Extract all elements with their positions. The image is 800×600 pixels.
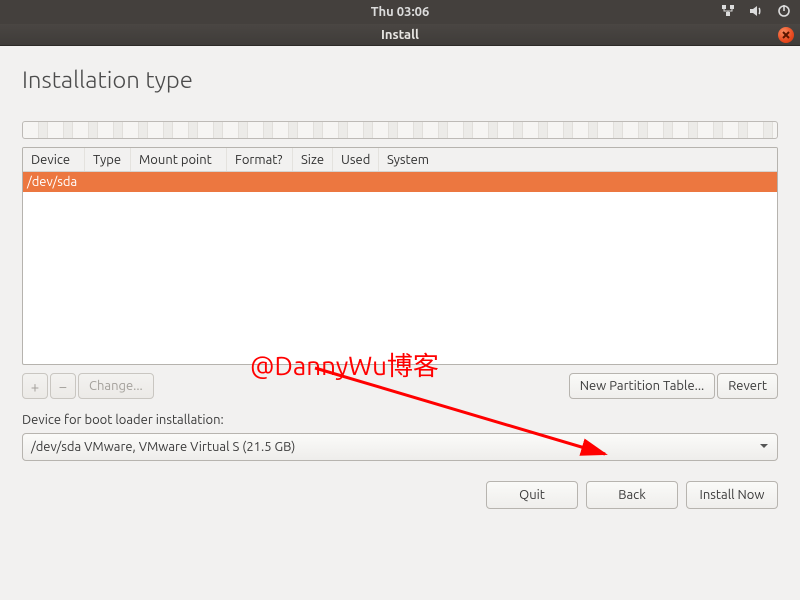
col-header-system[interactable]: System bbox=[379, 148, 777, 171]
close-icon bbox=[782, 31, 790, 39]
power-icon[interactable] bbox=[776, 3, 792, 22]
partition-table-header: Device Type Mount point Format? Size Use… bbox=[23, 148, 777, 172]
clock-text: Thu 03:06 bbox=[371, 5, 430, 19]
partition-table-body[interactable]: /dev/sda bbox=[23, 172, 777, 364]
chevron-down-icon bbox=[759, 440, 769, 454]
remove-partition-button[interactable]: − bbox=[50, 373, 76, 399]
revert-button[interactable]: Revert bbox=[717, 373, 778, 399]
col-header-type[interactable]: Type bbox=[85, 148, 131, 171]
volume-icon[interactable] bbox=[748, 3, 764, 22]
partition-usage-bar bbox=[22, 121, 778, 139]
col-header-size[interactable]: Size bbox=[293, 148, 333, 171]
window-close-button[interactable] bbox=[778, 27, 794, 43]
table-row[interactable]: /dev/sda bbox=[23, 172, 777, 192]
new-partition-table-button[interactable]: New Partition Table... bbox=[569, 373, 716, 399]
installer-content: Installation type Device Type Mount poin… bbox=[0, 46, 800, 600]
network-icon[interactable] bbox=[720, 3, 736, 22]
page-title: Installation type bbox=[22, 66, 778, 93]
back-button[interactable]: Back bbox=[586, 481, 678, 509]
system-indicators[interactable] bbox=[720, 0, 792, 24]
add-partition-button[interactable]: + bbox=[22, 373, 48, 399]
partition-actions: + − Change... New Partition Table... Rev… bbox=[22, 373, 778, 399]
window-title: Install bbox=[381, 28, 419, 42]
install-now-button[interactable]: Install Now bbox=[686, 481, 778, 509]
window-title-bar: Install bbox=[0, 24, 800, 46]
cell-device: /dev/sda bbox=[27, 175, 77, 189]
partition-table: Device Type Mount point Format? Size Use… bbox=[22, 147, 778, 365]
col-header-device[interactable]: Device bbox=[23, 148, 85, 171]
quit-button[interactable]: Quit bbox=[486, 481, 578, 509]
col-header-format[interactable]: Format? bbox=[227, 148, 293, 171]
change-partition-button[interactable]: Change... bbox=[78, 373, 154, 399]
bootloader-device-combo[interactable]: /dev/sda VMware, VMware Virtual S (21.5 … bbox=[22, 433, 778, 461]
col-header-used[interactable]: Used bbox=[333, 148, 379, 171]
top-menu-bar: Thu 03:06 bbox=[0, 0, 800, 24]
wizard-nav: Quit Back Install Now bbox=[22, 481, 778, 509]
bootloader-label: Device for boot loader installation: bbox=[22, 413, 778, 427]
bootloader-selected: /dev/sda VMware, VMware Virtual S (21.5 … bbox=[31, 440, 295, 454]
col-header-mount[interactable]: Mount point bbox=[131, 148, 227, 171]
